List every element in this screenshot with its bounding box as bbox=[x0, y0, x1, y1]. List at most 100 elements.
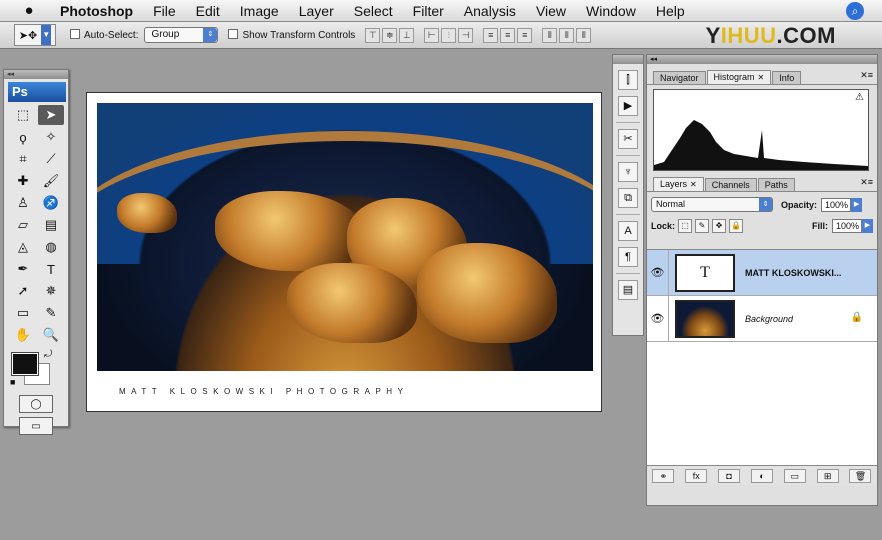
blend-mode-dropdown[interactable]: Normal ⇕ bbox=[651, 197, 773, 212]
layer-row-text[interactable]: 👁 T MATT KLOSKOWSKI... bbox=[647, 249, 877, 296]
hand-tool-icon[interactable]: ✋ bbox=[10, 325, 36, 345]
warning-icon[interactable]: ⚠ bbox=[855, 92, 864, 103]
align-bottom-icon[interactable]: ⊥ bbox=[399, 27, 415, 43]
close-icon[interactable]: ✕ bbox=[690, 180, 697, 189]
lock-position-icon[interactable]: ✥ bbox=[712, 219, 727, 233]
tab-navigator[interactable]: Navigator bbox=[653, 71, 706, 84]
clone-source-panel-icon[interactable]: ♆ bbox=[618, 162, 638, 182]
auto-select-checkbox[interactable]: Auto-Select: bbox=[70, 29, 138, 41]
layer-name[interactable]: MATT KLOSKOWSKI... bbox=[745, 268, 841, 278]
menu-help[interactable]: Help bbox=[646, 3, 695, 19]
document-canvas[interactable]: MATT KLOSKOWSKI PHOTOGRAPHY bbox=[86, 92, 602, 412]
distribute-right-icon[interactable]: ⦀ bbox=[576, 27, 592, 43]
tab-layers[interactable]: Layers ✕ bbox=[653, 177, 704, 191]
menu-edit[interactable]: Edit bbox=[186, 3, 230, 19]
slice-tool-icon[interactable]: ⟋ bbox=[38, 149, 64, 169]
brushes-panel-icon[interactable]: ⫿ bbox=[618, 70, 638, 90]
paragraph-panel-icon[interactable]: ¶ bbox=[618, 247, 638, 267]
tab-histogram[interactable]: Histogram ✕ bbox=[706, 70, 772, 84]
pen-tool-icon[interactable]: ✒ bbox=[10, 259, 36, 279]
zoom-tool-icon[interactable]: 🔍 bbox=[38, 325, 64, 345]
tab-info[interactable]: Info bbox=[772, 71, 802, 84]
panels-titlebar[interactable]: ◂◂ bbox=[647, 55, 877, 64]
healing-brush-tool-icon[interactable]: ✚ bbox=[10, 171, 36, 191]
distribute-vcenter-icon[interactable]: ≡ bbox=[500, 27, 516, 43]
crop-tool-icon[interactable]: ⌗ bbox=[10, 149, 36, 169]
notes-tool-icon[interactable]: ▭ bbox=[10, 303, 36, 323]
tool-preset-picker[interactable]: ➤✥ ▼ bbox=[14, 24, 56, 46]
lock-all-icon[interactable]: 🔒 bbox=[729, 219, 744, 233]
panel-menu-icon[interactable]: ✕≡ bbox=[860, 70, 873, 81]
distribute-top-icon[interactable]: ≡ bbox=[483, 27, 499, 43]
link-layers-icon[interactable]: ⚭ bbox=[652, 468, 675, 483]
align-hcenter-icon[interactable]: ⫶ bbox=[441, 27, 457, 43]
align-vcenter-icon[interactable]: ≑ bbox=[382, 27, 398, 43]
close-icon[interactable]: ✕ bbox=[758, 73, 765, 82]
custom-shape-tool-icon[interactable]: ✵ bbox=[38, 281, 64, 301]
align-right-icon[interactable]: ⊣ bbox=[458, 27, 474, 43]
lasso-tool-icon[interactable]: ϙ bbox=[10, 127, 36, 147]
align-top-icon[interactable]: ⊤ bbox=[365, 27, 381, 43]
eye-icon[interactable]: 👁 bbox=[647, 295, 669, 342]
photoshop-logo[interactable]: Ps bbox=[8, 82, 66, 102]
menu-photoshop[interactable]: Photoshop bbox=[50, 3, 143, 19]
blur-tool-icon[interactable]: ◬ bbox=[10, 237, 36, 257]
menu-filter[interactable]: Filter bbox=[403, 3, 454, 19]
eye-icon[interactable]: 👁 bbox=[647, 249, 669, 296]
palette-titlebar[interactable]: ◂◂ bbox=[4, 70, 68, 79]
dodge-tool-icon[interactable]: ◍ bbox=[38, 237, 64, 257]
spotlight-search-icon[interactable]: ⌕ bbox=[846, 2, 864, 20]
menu-file[interactable]: File bbox=[143, 3, 186, 19]
tool-presets-panel-icon[interactable]: ✂ bbox=[618, 129, 638, 149]
tab-channels[interactable]: Channels bbox=[704, 178, 757, 191]
layer-style-icon[interactable]: fx bbox=[685, 468, 708, 483]
layer-row-background[interactable]: 👁 Background 🔒 bbox=[647, 295, 877, 342]
menu-view[interactable]: View bbox=[526, 3, 576, 19]
fill-slider-button[interactable]: ▶ bbox=[862, 219, 873, 233]
distribute-hcenter-icon[interactable]: ⦀ bbox=[559, 27, 575, 43]
marquee-tool-icon[interactable]: ⬚ bbox=[10, 105, 36, 125]
distribute-bottom-icon[interactable]: ≡ bbox=[517, 27, 533, 43]
actions-panel-icon[interactable]: ▶ bbox=[618, 96, 638, 116]
show-transform-checkbox[interactable]: Show Transform Controls bbox=[228, 29, 355, 41]
character-panel-icon[interactable]: A bbox=[618, 221, 638, 241]
move-tool-icon[interactable]: ➤ bbox=[38, 105, 64, 125]
panel-menu-icon[interactable]: ✕≡ bbox=[860, 177, 873, 188]
menu-window[interactable]: Window bbox=[576, 3, 646, 19]
adjustment-layer-icon[interactable]: ◐ bbox=[750, 468, 773, 483]
eraser-tool-icon[interactable]: ▱ bbox=[10, 215, 36, 235]
quick-mask-button[interactable]: ◯ bbox=[19, 395, 53, 413]
screen-mode-button[interactable]: ▭ bbox=[19, 417, 53, 435]
foreground-color-swatch[interactable] bbox=[11, 352, 39, 376]
menu-select[interactable]: Select bbox=[344, 3, 403, 19]
layer-comps-panel-icon[interactable]: ⧉ bbox=[618, 188, 638, 208]
trash-icon[interactable]: 🗑 bbox=[849, 468, 872, 483]
menu-analysis[interactable]: Analysis bbox=[454, 3, 526, 19]
brush-tool-icon[interactable]: 🖌 bbox=[38, 171, 64, 191]
type-tool-icon[interactable]: T bbox=[38, 259, 64, 279]
auto-select-target-dropdown[interactable]: Group ⇕ bbox=[144, 27, 219, 43]
tab-paths[interactable]: Paths bbox=[757, 178, 795, 191]
lock-pixels-icon[interactable]: ✎ bbox=[695, 219, 710, 233]
default-colors-icon[interactable]: ■ bbox=[10, 377, 15, 387]
opacity-slider-button[interactable]: ▶ bbox=[851, 197, 863, 212]
dock-titlebar[interactable] bbox=[613, 55, 643, 64]
swap-colors-icon[interactable]: ⤾ bbox=[44, 349, 52, 360]
magic-wand-tool-icon[interactable]: ✧ bbox=[38, 127, 64, 147]
lock-transparency-icon[interactable]: ⬚ bbox=[678, 219, 693, 233]
menu-layer[interactable]: Layer bbox=[289, 3, 344, 19]
layer-mask-icon[interactable]: ◘ bbox=[718, 468, 741, 483]
notes-panel-icon[interactable]: ▤ bbox=[618, 280, 638, 300]
new-group-icon[interactable]: ▭ bbox=[783, 468, 806, 483]
align-left-icon[interactable]: ⊢ bbox=[424, 27, 440, 43]
path-selection-tool-icon[interactable]: ➚ bbox=[10, 281, 36, 301]
distribute-left-icon[interactable]: ⦀ bbox=[542, 27, 558, 43]
apple-menu-icon[interactable]: ● bbox=[16, 2, 42, 19]
menu-image[interactable]: Image bbox=[230, 3, 289, 19]
gradient-tool-icon[interactable]: ▤ bbox=[38, 215, 64, 235]
new-layer-icon[interactable]: ⊞ bbox=[816, 468, 839, 483]
layer-name[interactable]: Background bbox=[745, 314, 793, 324]
clone-stamp-tool-icon[interactable]: ♙ bbox=[10, 193, 36, 213]
eyedropper-tool-icon[interactable]: ✎ bbox=[38, 303, 64, 323]
history-brush-tool-icon[interactable]: ♐ bbox=[38, 193, 64, 213]
